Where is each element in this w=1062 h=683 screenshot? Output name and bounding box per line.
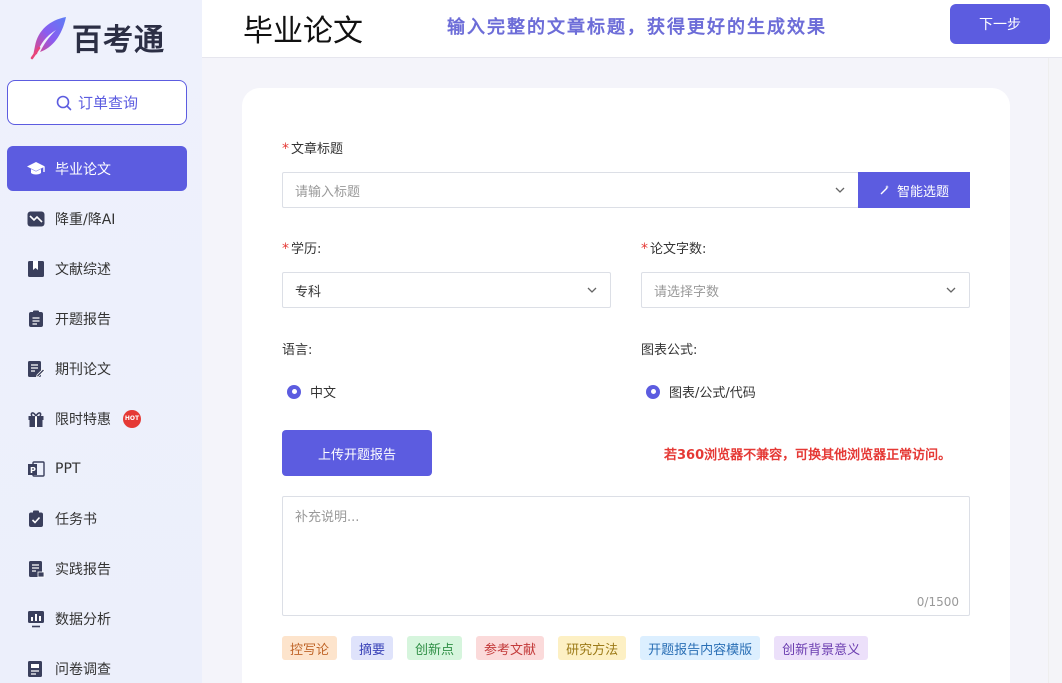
- edit-document-icon: [26, 359, 46, 379]
- survey-icon: [26, 659, 46, 679]
- required-star: *: [282, 141, 289, 157]
- wordcount-field-label: * 论文字数:: [641, 241, 707, 257]
- chevron-down-icon: [835, 187, 845, 193]
- order-query-button[interactable]: 订单查询: [7, 80, 187, 125]
- tag-chip[interactable]: 创新点: [407, 636, 463, 660]
- education-select[interactable]: 专科: [282, 272, 611, 308]
- tag-chip[interactable]: 研究方法: [558, 636, 627, 660]
- chevron-down-icon: [587, 287, 597, 293]
- wordcount-select[interactable]: 请选择字数: [641, 272, 970, 308]
- title-input[interactable]: 请输入标题: [282, 172, 859, 208]
- required-star: *: [641, 241, 648, 257]
- tag-chip[interactable]: 开题报告内容模版: [640, 636, 761, 660]
- vertical-scrollbar[interactable]: [1048, 58, 1062, 683]
- brand-name: 百考通: [72, 23, 165, 58]
- radio-checked-icon: [646, 384, 660, 399]
- sidebar-item-label: 数据分析: [55, 611, 111, 628]
- browser-warning: 若360浏览器不兼容，可换其他浏览器正常访问。: [664, 448, 952, 463]
- sidebar-item-label: 毕业论文: [55, 161, 111, 178]
- trend-down-icon: [26, 209, 46, 229]
- sidebar-item-label: 任务书: [55, 511, 97, 528]
- tag-chip[interactable]: 参考文献: [476, 636, 545, 660]
- sidebar-item-rewrite[interactable]: 降重/降AI: [7, 196, 187, 241]
- feather-logo-icon: [30, 17, 66, 60]
- sidebar-item-task[interactable]: 任务书: [7, 496, 187, 541]
- chart-icon: [26, 609, 46, 629]
- page-title: 毕业论文: [243, 14, 363, 49]
- sidebar-item-label: 问卷调查: [55, 661, 111, 678]
- logo[interactable]: 百考通: [26, 12, 165, 62]
- gift-icon: [26, 409, 46, 429]
- sidebar-nav: 毕业论文 降重/降AI 文献综述 开题报告 期刊论文 限时特惠 HOT P PP…: [7, 146, 187, 683]
- sidebar-item-label: 期刊论文: [55, 361, 111, 378]
- chart-radio-option[interactable]: 图表/公式/代码: [646, 382, 756, 401]
- sidebar-item-label: 降重/降AI: [55, 211, 116, 228]
- sidebar-item-practice[interactable]: 实践报告: [7, 546, 187, 591]
- graduation-cap-icon: [26, 159, 46, 179]
- sidebar-item-label: 实践报告: [55, 561, 111, 578]
- sidebar-item-data[interactable]: 数据分析: [7, 596, 187, 641]
- search-icon: [56, 95, 72, 110]
- order-query-label: 订单查询: [77, 94, 138, 112]
- hot-badge: HOT: [123, 409, 141, 428]
- language-radio-chinese[interactable]: 中文: [287, 382, 336, 401]
- required-star: *: [282, 241, 289, 257]
- magic-wand-icon: [880, 185, 889, 195]
- form-card: * 文章标题 请输入标题 智能选题 * 学历: 专科 * 论文字数: 请选择字数 语言…: [242, 88, 1010, 683]
- sidebar-item-ppt[interactable]: P PPT: [7, 446, 187, 491]
- chevron-down-icon: [946, 287, 956, 293]
- sidebar-item-label: 文献综述: [55, 261, 111, 278]
- report-icon: [26, 559, 46, 579]
- tag-chip[interactable]: 控写论: [282, 636, 338, 660]
- sidebar-item-survey[interactable]: 问卷调查: [7, 646, 187, 683]
- sidebar-item-label: 开题报告: [55, 311, 111, 328]
- title-field-label: * 文章标题: [282, 141, 344, 157]
- sidebar-item-label: PPT: [55, 460, 81, 477]
- notes-textarea[interactable]: 补充说明... 0/1500: [282, 496, 970, 616]
- education-field-label: * 学历:: [282, 241, 322, 257]
- chart-field-label: 图表公式:: [641, 343, 698, 358]
- clipboard-icon: [26, 309, 46, 329]
- task-check-icon: [26, 509, 46, 529]
- next-step-button[interactable]: 下一步: [950, 4, 1050, 44]
- sidebar-item-label: 限时特惠: [55, 411, 111, 428]
- book-icon: [26, 259, 46, 279]
- sidebar-item-proposal[interactable]: 开题报告: [7, 296, 187, 341]
- sidebar-item-literature[interactable]: 文献综述: [7, 246, 187, 291]
- top-header: 毕业论文 输入完整的文章标题，获得更好的生成效果 下一步: [202, 0, 1062, 58]
- sidebar-item-promo[interactable]: 限时特惠 HOT: [7, 396, 187, 441]
- header-tip: 输入完整的文章标题，获得更好的生成效果: [447, 17, 827, 38]
- upload-proposal-button[interactable]: 上传开题报告: [282, 430, 432, 476]
- smart-topic-button[interactable]: 智能选题: [858, 172, 970, 208]
- sidebar-item-journal[interactable]: 期刊论文: [7, 346, 187, 391]
- sidebar: 百考通 订单查询 毕业论文 降重/降AI 文献综述 开题报告 期刊论文 限时特惠…: [0, 0, 202, 683]
- char-counter: 0/1500: [916, 595, 959, 609]
- suggestion-tags: 控写论 摘要 创新点 参考文献 研究方法 开题报告内容模版 创新背景意义: [282, 636, 882, 660]
- radio-checked-icon: [287, 384, 301, 399]
- language-field-label: 语言:: [282, 343, 313, 358]
- svg-text:P: P: [30, 466, 36, 475]
- tag-chip[interactable]: 摘要: [351, 636, 394, 660]
- sidebar-item-thesis[interactable]: 毕业论文: [7, 146, 187, 191]
- ppt-icon: P: [26, 459, 46, 479]
- tag-chip[interactable]: 创新背景意义: [774, 636, 869, 660]
